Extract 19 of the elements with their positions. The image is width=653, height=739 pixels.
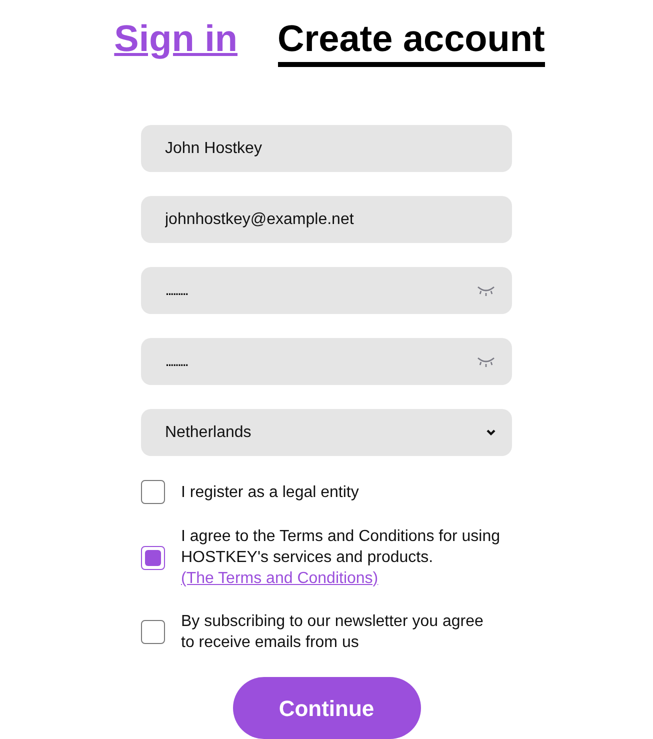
checkbox-label: I register as a legal entity bbox=[181, 482, 360, 502]
continue-button[interactable]: Continue bbox=[232, 677, 420, 739]
checkbox[interactable] bbox=[141, 480, 165, 504]
checkbox[interactable] bbox=[141, 620, 165, 644]
password-field[interactable]: ......... bbox=[141, 267, 512, 314]
tab[interactable]: Create account bbox=[278, 16, 545, 67]
password-field[interactable]: ......... bbox=[141, 338, 512, 385]
terms-link[interactable]: (The Terms and Conditions) bbox=[181, 568, 501, 589]
checkbox-label: By subscribing to our newsletter you agree to receive emails from us bbox=[181, 612, 484, 653]
checkbox-label: I agree to the Terms and Conditions for using HOSTKEY's services and products. bbox=[181, 527, 501, 568]
input-field[interactable]: John Hostkey bbox=[141, 125, 512, 172]
chevron-down-icon bbox=[486, 429, 496, 436]
country-select[interactable]: Netherlands bbox=[141, 409, 512, 456]
masked-password: ......... bbox=[165, 280, 189, 300]
eye-closed-icon[interactable] bbox=[476, 356, 496, 368]
eye-closed-icon[interactable] bbox=[476, 284, 496, 296]
checkbox[interactable] bbox=[141, 546, 165, 570]
tab[interactable]: Sign in bbox=[114, 16, 238, 67]
masked-password: ......... bbox=[165, 352, 189, 372]
